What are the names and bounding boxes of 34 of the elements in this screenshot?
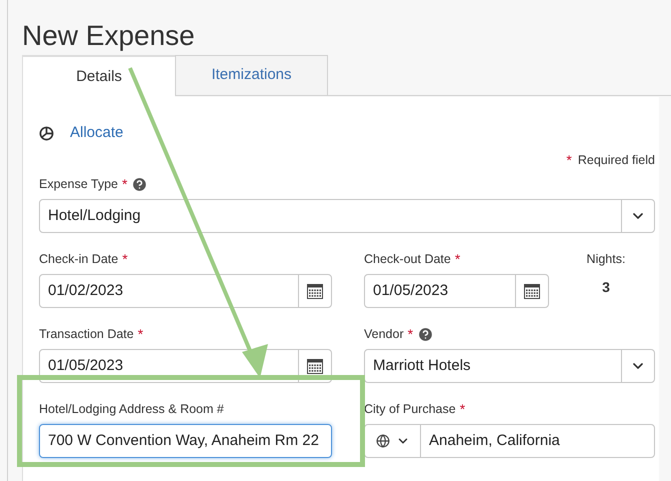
help-icon[interactable] xyxy=(131,176,148,192)
field-label: Check-out Date xyxy=(364,250,451,268)
select-field[interactable]: Hotel/Lodging xyxy=(39,199,655,233)
field-label: Transaction Date xyxy=(39,326,134,343)
tab[interactable]: Itemizations xyxy=(175,55,328,96)
calendar-icon xyxy=(524,284,540,298)
date-field[interactable]: 01/02/2023 xyxy=(39,274,332,308)
select-field[interactable]: Marriott Hotels xyxy=(364,349,655,383)
calendar-icon xyxy=(307,284,323,298)
city-field[interactable]: Anaheim, California xyxy=(364,424,655,458)
date-field[interactable]: 01/05/2023 xyxy=(364,274,549,308)
field-label: Check-in Date xyxy=(39,250,118,268)
pie-chart-icon xyxy=(39,126,54,141)
field-label: City of Purchase xyxy=(364,400,456,418)
required-field-note: Required field xyxy=(578,152,655,169)
required-mark: * xyxy=(460,402,466,416)
required-mark: * xyxy=(138,327,144,341)
required-mark: * xyxy=(122,252,128,266)
calendar-icon xyxy=(307,358,323,374)
field-label: Vendor xyxy=(364,326,404,343)
required-mark: * xyxy=(122,177,128,191)
nights-label: Nights: xyxy=(586,251,626,268)
page-title: New Expense xyxy=(22,19,196,53)
field-label: Expense Type xyxy=(39,176,118,193)
nights-value: 3 xyxy=(602,278,610,297)
required-mark: * xyxy=(566,150,572,170)
globe-icon xyxy=(376,434,390,448)
required-mark: * xyxy=(408,327,414,341)
allocate-link[interactable]: Allocate xyxy=(70,122,124,145)
help-icon[interactable] xyxy=(417,326,434,342)
required-mark: * xyxy=(454,252,460,266)
address-field[interactable]: 700 W Convention Way, Anaheim Rm 22 xyxy=(39,424,332,458)
tab[interactable]: Details xyxy=(22,55,175,97)
field-label: Hotel/Lodging Address & Room # xyxy=(39,400,224,418)
